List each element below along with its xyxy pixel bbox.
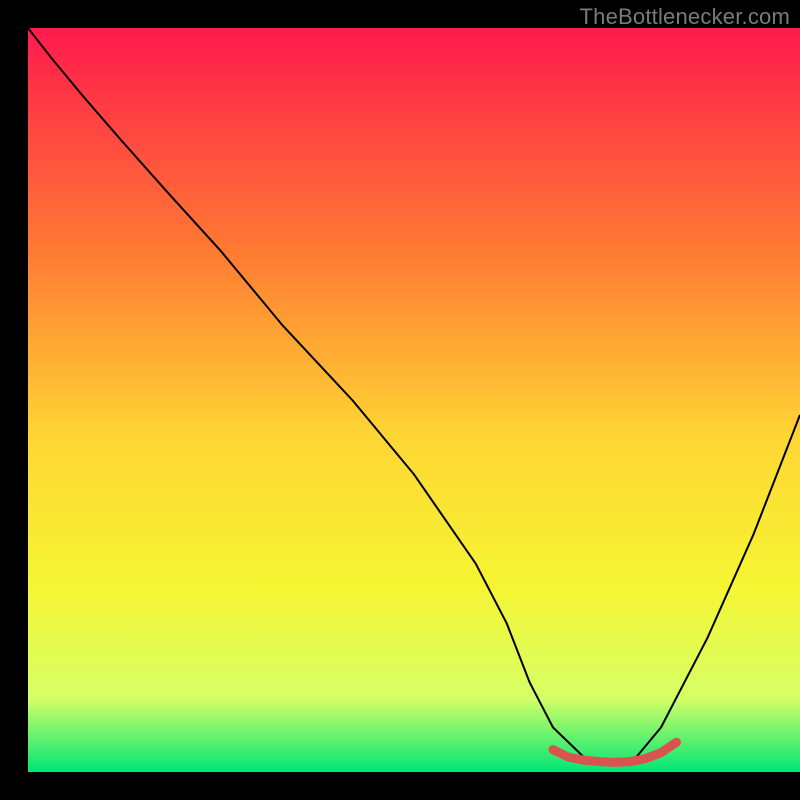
chart-svg [0, 0, 800, 800]
chart-container: { "attribution": "TheBottlenecker.com", … [0, 0, 800, 800]
plot-background [28, 28, 800, 772]
attribution-label: TheBottlenecker.com [580, 4, 790, 30]
